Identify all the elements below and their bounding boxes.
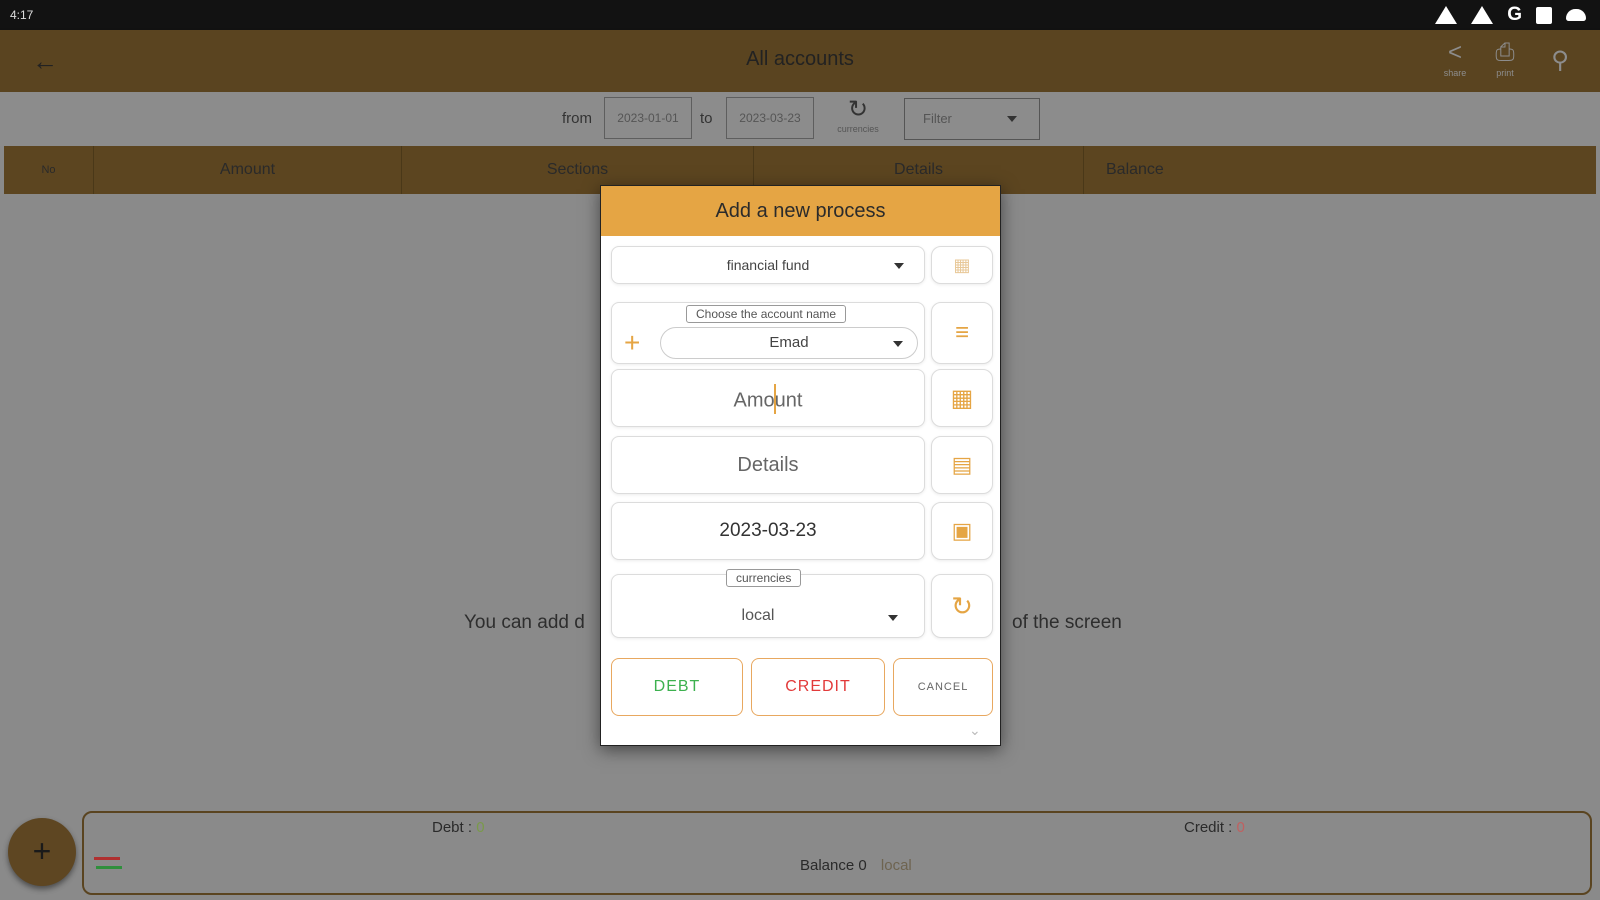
share-icon: <	[1447, 39, 1462, 66]
share-button[interactable]: < share	[1435, 38, 1475, 78]
from-label: from	[562, 110, 592, 127]
chevron-down-icon	[894, 263, 904, 269]
share-label: share	[1443, 68, 1467, 78]
credit-total-label: Credit :	[1184, 819, 1233, 836]
print-button[interactable]: ⎙ print	[1485, 38, 1525, 78]
warning-icon	[1435, 6, 1458, 24]
to-date-field[interactable]: 2023-03-23	[726, 97, 814, 139]
from-date-field[interactable]: 2023-01-01	[604, 97, 692, 139]
filter-placeholder: Filter	[923, 111, 952, 126]
debt-total-value: 0	[476, 819, 485, 836]
list-icon: ≡	[954, 319, 969, 346]
totals-summary: Debt : 0 Credit : 0 Balance 0 local	[82, 811, 1592, 895]
expand-down-icon[interactable]: ⌄	[969, 722, 981, 739]
cancel-button[interactable]: CANCEL	[893, 658, 993, 716]
calendar-button[interactable]: ▣	[931, 502, 993, 560]
currencies-label: currencies	[837, 124, 879, 134]
sections-manage-button[interactable]: ▦	[931, 246, 993, 284]
search-icon: ⚲	[1551, 47, 1569, 74]
text-cursor	[773, 384, 776, 414]
credit-button[interactable]: CREDIT	[751, 658, 885, 716]
amount-placeholder: Amount	[612, 384, 924, 416]
add-process-dialog: Add a new process financial fund ▦ Choos…	[600, 185, 1001, 746]
amount-placeholder-end: unt	[774, 389, 803, 412]
balance-total-label: Balance 0	[800, 857, 867, 874]
account-field: Choose the account name + Emad	[611, 302, 925, 364]
system-icons: G	[1435, 4, 1586, 25]
to-label: to	[700, 110, 713, 127]
currency-exchange-button[interactable]: ↻	[931, 574, 993, 638]
calendar-icon: ▣	[951, 518, 973, 543]
notification-icon	[1536, 6, 1552, 24]
account-select[interactable]: Emad	[660, 327, 918, 359]
filter-dropdown[interactable]: Filter	[904, 98, 1040, 140]
section-select-value: financial fund	[726, 257, 810, 273]
date-input[interactable]: 2023-03-23	[611, 502, 925, 560]
balance-total: Balance 0 local	[800, 857, 912, 874]
search-button[interactable]: ⚲	[1540, 46, 1580, 76]
calculator-icon: ▦	[950, 384, 974, 412]
currency-field-label: currencies	[726, 569, 802, 587]
section-select[interactable]: financial fund	[611, 246, 925, 284]
wifi-icon	[1566, 9, 1586, 21]
transfer-icon[interactable]	[94, 853, 124, 873]
add-account-icon[interactable]: +	[624, 328, 640, 358]
details-input[interactable]: Details	[611, 436, 925, 494]
date-filter-bar: from 2023-01-01 to 2023-03-23 ↻ currenci…	[0, 92, 1600, 146]
print-label: print	[1496, 68, 1514, 78]
status-time: 4:17	[10, 8, 34, 22]
currency-exchange-icon: ↻	[847, 96, 869, 123]
debt-total: Debt : 0	[432, 819, 485, 836]
balance-currency: local	[880, 857, 912, 874]
details-placeholder: Details	[737, 454, 799, 476]
chevron-down-icon	[888, 615, 898, 621]
currency-field[interactable]: currencies local	[611, 569, 925, 638]
app-bar: ← All accounts < share ⎙ print ⚲	[0, 30, 1600, 92]
date-value: 2023-03-23	[719, 520, 817, 541]
column-header-amount[interactable]: Amount	[94, 146, 402, 194]
credit-total-value: 0	[1236, 819, 1245, 836]
google-icon: G	[1507, 4, 1522, 25]
debt-button[interactable]: DEBT	[611, 658, 743, 716]
page-title: All accounts	[746, 48, 854, 70]
chevron-down-icon	[893, 341, 903, 347]
printer-icon: ⎙	[1495, 39, 1515, 66]
account-field-label: Choose the account name	[686, 305, 847, 323]
currencies-button[interactable]: ↻ currencies	[828, 96, 888, 134]
credit-total: Credit : 0	[1184, 819, 1245, 836]
amount-placeholder-start: Amo	[733, 389, 775, 412]
amount-input[interactable]: Amount	[611, 369, 925, 427]
add-process-fab[interactable]: +	[8, 818, 76, 886]
calculator-button[interactable]: ▦	[931, 369, 993, 427]
note-icon: ▤	[951, 452, 973, 477]
empty-message-end: of the screen	[1012, 612, 1122, 633]
system-status-bar: 4:17 G	[0, 0, 1600, 30]
column-header-balance[interactable]: Balance	[1084, 146, 1596, 194]
debt-total-label: Debt :	[432, 819, 473, 836]
dialog-title: Add a new process	[601, 186, 1000, 236]
plus-icon: +	[32, 833, 52, 869]
column-header-no[interactable]: No	[4, 146, 94, 194]
accounts-list-button[interactable]: ≡	[931, 302, 993, 364]
currency-value: local	[741, 607, 775, 624]
currency-exchange-icon: ↻	[951, 590, 973, 621]
grid-icon: ▦	[953, 254, 971, 275]
empty-message-start: You can add d	[464, 612, 585, 633]
warning-icon	[1471, 6, 1494, 24]
chevron-down-icon	[1007, 116, 1017, 122]
account-select-value: Emad	[769, 334, 809, 351]
notes-button[interactable]: ▤	[931, 436, 993, 494]
